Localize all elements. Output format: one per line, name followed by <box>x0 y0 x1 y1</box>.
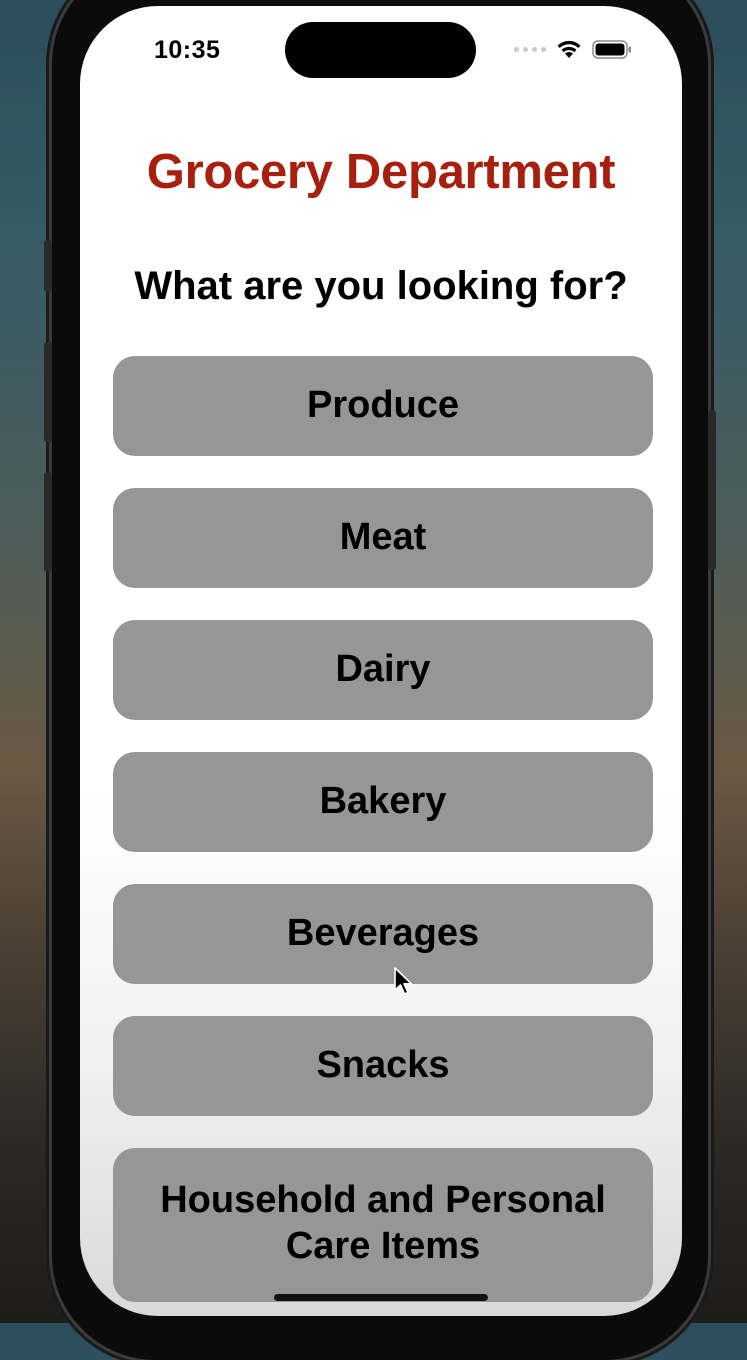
category-button-household-personal-care[interactable]: Household and Personal Care Items <box>113 1148 653 1302</box>
volume-down-button <box>44 472 52 572</box>
action-button <box>44 240 52 292</box>
page-title: Grocery Department <box>146 145 616 199</box>
category-button-produce[interactable]: Produce <box>113 356 653 456</box>
home-indicator[interactable] <box>274 1294 488 1301</box>
category-list: Produce Meat Dairy Bakery Beverages Snac… <box>113 356 653 1316</box>
cellular-signal-icon <box>514 47 546 52</box>
category-button-bakery[interactable]: Bakery <box>113 752 653 852</box>
category-button-snacks[interactable]: Snacks <box>113 1016 653 1116</box>
status-time: 10:35 <box>154 36 221 64</box>
category-button-beverages[interactable]: Beverages <box>113 884 653 984</box>
page-subtitle: What are you looking for? <box>134 264 628 308</box>
battery-icon <box>592 40 631 59</box>
category-button-meat[interactable]: Meat <box>113 488 653 588</box>
dynamic-island <box>285 22 476 78</box>
status-bar: 10:35 <box>80 6 682 96</box>
power-button <box>708 410 716 570</box>
status-icons <box>514 40 632 59</box>
wifi-icon <box>557 40 581 58</box>
cursor-icon <box>394 967 413 995</box>
phone-screen: 10:35 Grocery Department What are you lo… <box>80 6 682 1316</box>
category-button-dairy[interactable]: Dairy <box>113 620 653 720</box>
volume-up-button <box>44 342 52 442</box>
